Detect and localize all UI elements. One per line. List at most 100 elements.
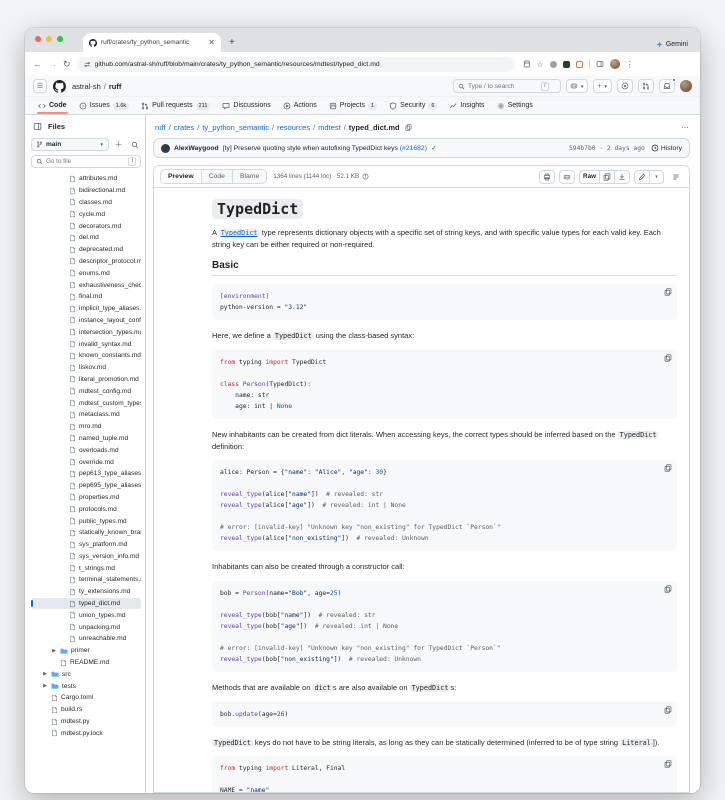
tree-item-primer[interactable]: ▶primer	[31, 645, 141, 657]
url-text[interactable]: github.com/astral-sh/ruff/blob/main/crat…	[95, 61, 380, 68]
issues-dashboard-button[interactable]	[617, 79, 633, 93]
tree-item-implicit_type_aliases.md[interactable]: implicit_type_aliases.md	[31, 303, 141, 315]
history-button[interactable]: History	[651, 144, 682, 152]
add-file-icon[interactable]: ＋	[112, 138, 125, 151]
latest-commit-bar[interactable]: AlexWaygood [ty] Preserve quoting style …	[153, 138, 690, 158]
edit-dropdown-icon[interactable]: ▾	[649, 170, 664, 184]
tree-item-liskov.md[interactable]: liskov.md	[31, 362, 141, 374]
copy-code-button[interactable]	[664, 585, 672, 593]
nav-tab-projects[interactable]: Projects1	[324, 97, 382, 114]
bookmark-star-icon[interactable]: ☆	[537, 60, 544, 69]
tree-item-pep613_type_aliases.md[interactable]: pep613_type_aliases.md	[31, 468, 141, 480]
nav-tab-pull-requests[interactable]: Pull requests211	[136, 97, 215, 114]
tree-item-literal_promotion.md[interactable]: literal_promotion.md	[31, 374, 141, 386]
raw-button[interactable]: Raw	[579, 170, 599, 184]
gemini-button[interactable]: Gemini	[656, 41, 688, 48]
tree-item-sys_version_info.md[interactable]: sys_version_info.md	[31, 551, 141, 563]
browser-menu-icon[interactable]: ⋮	[626, 60, 634, 69]
print-icon[interactable]	[539, 170, 555, 184]
site-settings-icon[interactable]	[84, 61, 91, 68]
tree-item-mdtest_custom_typeshed.md[interactable]: mdtest_custom_typeshed.md	[31, 397, 141, 409]
back-button[interactable]: ←	[33, 59, 42, 69]
tree-item-unreachable.md[interactable]: unreachable.md	[31, 633, 141, 645]
repo-link[interactable]: ruff	[109, 82, 122, 91]
tree-item-typed_dict.md[interactable]: typed_dict.md	[31, 598, 141, 610]
maximize-window-button[interactable]	[57, 36, 63, 42]
tree-item-classes.md[interactable]: classes.md	[31, 197, 141, 209]
tab-close-icon[interactable]: ✕	[208, 39, 215, 47]
tree-item-public_types.md[interactable]: public_types.md	[31, 515, 141, 527]
nav-tab-issues[interactable]: Issues1.6k	[74, 97, 135, 114]
copy-code-button[interactable]	[664, 464, 672, 472]
tree-item-union_types.md[interactable]: union_types.md	[31, 609, 141, 621]
tree-item-sys_platform.md[interactable]: sys_platform.md	[31, 539, 141, 551]
tree-item-t_strings.md[interactable]: t_strings.md	[31, 562, 141, 574]
tree-item-override.md[interactable]: override.md	[31, 456, 141, 468]
tree-item-invalid_syntax.md[interactable]: invalid_syntax.md	[31, 338, 141, 350]
nav-tab-actions[interactable]: Actions	[278, 97, 322, 114]
tree-item-README.md[interactable]: README.md	[31, 657, 141, 669]
tab-code[interactable]: Code	[202, 170, 233, 183]
commit-message[interactable]: [ty] Preserve quoting style when autofix…	[223, 145, 427, 152]
breadcrumb-link[interactable]: mdtest	[318, 123, 341, 132]
download-icon[interactable]	[614, 170, 630, 184]
pull-requests-button[interactable]	[638, 79, 654, 93]
go-to-file-input[interactable]	[46, 158, 108, 165]
tree-item-del.md[interactable]: del.md	[31, 232, 141, 244]
tree-item-final.md[interactable]: final.md	[31, 291, 141, 303]
pr-link[interactable]: (#21682)	[400, 145, 427, 152]
tree-item-mdtest_config.md[interactable]: mdtest_config.md	[31, 385, 141, 397]
tree-item-descriptor_protocol.md[interactable]: descriptor_protocol.md	[31, 256, 141, 268]
tree-item-protocols.md[interactable]: protocols.md	[31, 503, 141, 515]
create-new-button[interactable]: + ▼	[593, 79, 612, 93]
tree-item-mdtest.py[interactable]: mdtest.py	[31, 716, 141, 728]
tree-item-tests[interactable]: ▶tests	[31, 680, 141, 692]
window-controls[interactable]	[35, 36, 63, 42]
commit-hash[interactable]: 594b7b0 · 2 days ago	[569, 145, 645, 152]
copy-raw-icon[interactable]	[599, 170, 614, 184]
tree-item-exhaustiveness_checking.md[interactable]: exhaustiveness_checking.md	[31, 279, 141, 291]
hamburger-menu-button[interactable]: ☰	[33, 79, 47, 93]
go-to-file-box[interactable]: t	[31, 155, 141, 168]
search-files-icon[interactable]	[128, 138, 141, 151]
org-link[interactable]: astral-sh	[72, 82, 101, 91]
tree-item-attributes.md[interactable]: attributes.md	[31, 173, 141, 185]
nav-tab-code[interactable]: Code	[33, 97, 72, 114]
outline-icon[interactable]	[668, 170, 683, 184]
copy-code-button[interactable]	[664, 354, 672, 362]
breadcrumb-link[interactable]: ruff	[155, 123, 166, 132]
nav-tab-insights[interactable]: Insights	[444, 97, 489, 114]
close-window-button[interactable]	[35, 36, 41, 42]
tree-item-overloads.md[interactable]: overloads.md	[31, 444, 141, 456]
save-share-icon[interactable]	[523, 60, 531, 68]
user-avatar[interactable]	[680, 80, 692, 92]
browser-tab[interactable]: ruff/crates/ty_python_semantic ✕	[83, 33, 221, 52]
tree-item-deprecated.md[interactable]: deprecated.md	[31, 244, 141, 256]
copy-code-button[interactable]	[664, 288, 672, 296]
notifications-inbox-button[interactable]	[659, 79, 675, 93]
copy-code-button[interactable]	[664, 760, 672, 768]
commit-author-avatar[interactable]	[161, 144, 170, 153]
nav-tab-security[interactable]: Security6	[384, 97, 442, 114]
inline-code-link[interactable]: TypedDict	[219, 229, 260, 237]
tree-item-mro.md[interactable]: mro.md	[31, 421, 141, 433]
status-check-icon[interactable]: ✓	[431, 144, 437, 152]
side-panel-icon[interactable]	[596, 60, 604, 68]
breadcrumb-link[interactable]: resources	[277, 123, 310, 132]
tree-item-decorators.md[interactable]: decorators.md	[31, 220, 141, 232]
breadcrumb-link[interactable]: crates	[174, 123, 194, 132]
tree-item-mdtest.py.lock[interactable]: mdtest.py.lock	[31, 727, 141, 739]
tree-item-known_constants.md[interactable]: known_constants.md	[31, 350, 141, 362]
tree-item-intersection_types.md[interactable]: intersection_types.md	[31, 326, 141, 338]
tree-item-properties.md[interactable]: properties.md	[31, 492, 141, 504]
github-logo-icon[interactable]	[53, 80, 66, 93]
edit-pencil-icon[interactable]	[634, 170, 649, 184]
tree-item-cycle.md[interactable]: cycle.md	[31, 208, 141, 220]
tab-blame[interactable]: Blame	[233, 170, 266, 183]
new-tab-button[interactable]: +	[229, 37, 235, 48]
tree-item-Cargo.toml[interactable]: Cargo.toml	[31, 692, 141, 704]
extension-icon[interactable]	[563, 61, 570, 68]
breadcrumb-more-button[interactable]: ⋯	[681, 123, 690, 132]
tree-item-instance_layout_conflict.md[interactable]: instance_layout_conflict.md	[31, 315, 141, 327]
browser-profile-avatar[interactable]	[610, 59, 620, 69]
